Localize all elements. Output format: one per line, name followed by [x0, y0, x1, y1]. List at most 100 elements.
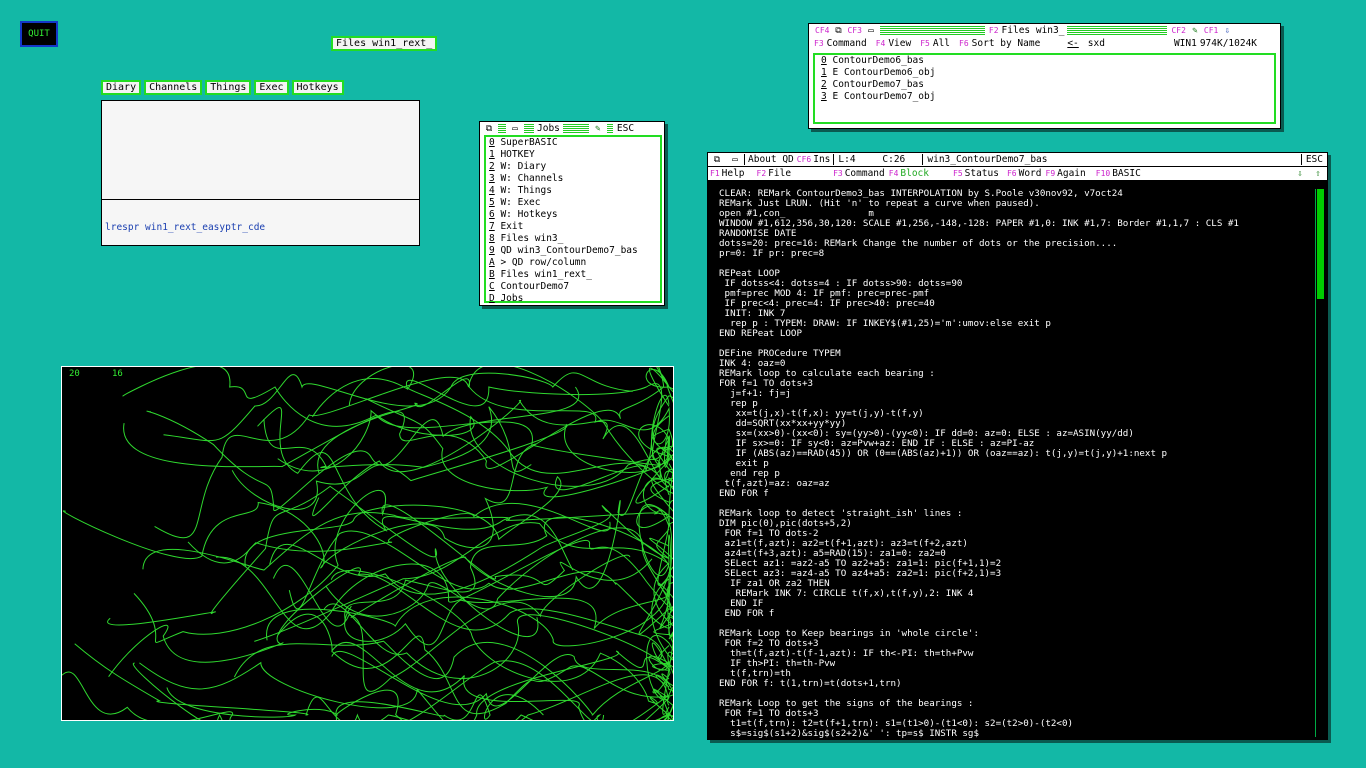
- curve-path: [123, 367, 673, 469]
- editor-filename[interactable]: win3_ContourDemo7_bas: [923, 154, 1300, 165]
- sort-menu[interactable]: Sort by Name: [972, 38, 1041, 49]
- curve-path: [62, 443, 536, 569]
- list-item[interactable]: A > QD row/column: [489, 257, 657, 269]
- list-item[interactable]: 2 W: Diary: [489, 161, 657, 173]
- curve-path: [269, 505, 670, 595]
- column-indicator: C:26: [878, 154, 924, 165]
- qd-editor-window: ⧉ ▭ About QD CF6 Ins L:4 C:26 win3_Conto…: [707, 152, 1328, 740]
- menu-bar: Diary Channels Things Exec Hotkeys: [101, 80, 344, 95]
- editor-esc-button[interactable]: ESC: [1300, 154, 1327, 165]
- list-item[interactable]: 1 E ContourDemo6_obj: [821, 67, 1268, 79]
- contour-demo-window: 20 16: [61, 366, 674, 721]
- window-icon[interactable]: ▭: [864, 25, 878, 36]
- cf2-key: CF2: [1171, 26, 1186, 35]
- block-menu[interactable]: F4 Block: [889, 168, 929, 179]
- about-qd-button[interactable]: About QD: [744, 154, 797, 165]
- window-icon[interactable]: ▭: [728, 154, 742, 165]
- back-arrow-button[interactable]: <-: [1067, 38, 1078, 49]
- list-item[interactable]: 7 Exit: [489, 221, 657, 233]
- curve-path: [330, 570, 673, 720]
- f5-key: F5: [920, 39, 930, 48]
- files-command-bar: F3 Command F4 View F5 All F6 Sort by Nam…: [809, 37, 1280, 50]
- command-menu[interactable]: F3 Command: [833, 168, 885, 179]
- list-item[interactable]: 1 HOTKEY: [489, 149, 657, 161]
- curve-path: [62, 660, 605, 720]
- menu-exec[interactable]: Exec: [254, 80, 289, 95]
- command-menu[interactable]: Command: [827, 38, 867, 49]
- again-menu[interactable]: F9 Again: [1046, 168, 1086, 179]
- all-menu[interactable]: All: [933, 38, 950, 49]
- windows-icon[interactable]: ⧉: [482, 123, 496, 134]
- curve-path: [231, 423, 673, 510]
- curves-graphic: [62, 367, 673, 720]
- list-item[interactable]: C ContourDemo7: [489, 281, 657, 293]
- curve-path: [132, 662, 544, 720]
- scroll-down-icon[interactable]: ⇩: [1293, 168, 1307, 179]
- jobs-title: Jobs: [537, 123, 560, 134]
- drive-label: WIN1: [1173, 38, 1197, 49]
- sxd-button[interactable]: sxd: [1088, 38, 1105, 49]
- file-menu[interactable]: F2 File: [757, 168, 792, 179]
- list-item[interactable]: 8 Files win3_: [489, 233, 657, 245]
- insert-mode[interactable]: Ins: [813, 154, 835, 165]
- curve-path: [331, 650, 673, 720]
- jobs-esc-button[interactable]: ESC: [613, 123, 638, 134]
- curve-path: [74, 643, 670, 720]
- jobs-window: ⧉ ▭ Jobs ✎ ESC 0 SuperBASIC 1 HOTKEY 2 W…: [479, 121, 665, 306]
- f3-key: F3: [814, 39, 824, 48]
- list-item[interactable]: 2 ContourDemo7_bas: [821, 79, 1268, 91]
- list-item[interactable]: 6 W: Hotkeys: [489, 209, 657, 221]
- diary-panel[interactable]: lrespr win1_rext_easyptr_cde: [101, 100, 420, 246]
- files-titlebar: CF4 ⧉ CF3 ▭ F2 Files win3_ CF2 ✎ CF1 ⇩: [809, 24, 1280, 37]
- files-win1-rext-label[interactable]: Files win1_rext_: [331, 36, 438, 51]
- windows-icon[interactable]: ⧉: [831, 25, 845, 36]
- memory-label: 974K/1024K: [1199, 38, 1258, 49]
- word-menu[interactable]: F6 Word: [1007, 168, 1042, 179]
- scrollbar-thumb[interactable]: [1317, 189, 1324, 299]
- cf1-key: CF1: [1203, 26, 1219, 35]
- view-menu[interactable]: View: [888, 38, 911, 49]
- f4-key: F4: [875, 39, 886, 48]
- cf3-key: CF3: [847, 26, 862, 35]
- divider: [102, 199, 419, 200]
- list-item[interactable]: 0 ContourDemo6_bas: [821, 55, 1268, 67]
- scroll-up-icon[interactable]: ⇧: [1311, 168, 1325, 179]
- f6-key: F6: [959, 39, 969, 48]
- curve-path: [311, 378, 673, 586]
- list-item[interactable]: D Jobs: [489, 293, 657, 305]
- menu-channels[interactable]: Channels: [144, 80, 203, 95]
- curve-path: [187, 503, 611, 564]
- vertical-scrollbar[interactable]: [1315, 189, 1325, 737]
- basic-menu[interactable]: F10 BASIC: [1096, 168, 1141, 179]
- code-editor[interactable]: CLEAR: REMark ContourDemo3_bas INTERPOLA…: [719, 189, 1313, 739]
- down-arrow-icon[interactable]: ⇩: [1220, 25, 1234, 36]
- list-item[interactable]: 5 W: Exec: [489, 197, 657, 209]
- windows-icon[interactable]: ⧉: [710, 154, 724, 165]
- list-item[interactable]: 4 W: Things: [489, 185, 657, 197]
- window-icon[interactable]: ▭: [508, 123, 522, 134]
- curve-path: [166, 578, 673, 720]
- list-item[interactable]: B Files win1_rext_: [489, 269, 657, 281]
- brush-icon[interactable]: ✎: [591, 123, 605, 134]
- list-item[interactable]: 9 QD win3_ContourDemo7_bas: [489, 245, 657, 257]
- help-menu[interactable]: F1 Help: [710, 168, 745, 179]
- line-indicator: L:4: [838, 154, 856, 165]
- quit-button[interactable]: QUIT: [20, 21, 58, 47]
- cf6-key: CF6: [796, 155, 812, 164]
- cf4-key: CF4: [815, 26, 830, 35]
- menu-diary[interactable]: Diary: [101, 80, 142, 95]
- list-item[interactable]: 3 W: Channels: [489, 173, 657, 185]
- menu-hotkeys[interactable]: Hotkeys: [291, 80, 344, 95]
- list-item[interactable]: 3 E ContourDemo7_obj: [821, 91, 1268, 103]
- curve-path: [263, 406, 532, 472]
- curve-path: [154, 367, 673, 539]
- brush-icon[interactable]: ✎: [1188, 25, 1202, 36]
- menu-things[interactable]: Things: [205, 80, 252, 95]
- f2-key: F2: [988, 26, 999, 35]
- list-item[interactable]: 0 SuperBASIC: [489, 137, 657, 149]
- editor-function-bar: F1 Help F2 File F3 Command F4 Block F5 Status…: [708, 167, 1327, 180]
- status-menu[interactable]: F5 Status: [953, 168, 999, 179]
- files-title[interactable]: Files win3_: [999, 25, 1068, 36]
- diary-command-line[interactable]: lrespr win1_rext_easyptr_cde: [105, 222, 265, 233]
- editor-titlebar: ⧉ ▭ About QD CF6 Ins L:4 C:26 win3_Conto…: [708, 153, 1327, 167]
